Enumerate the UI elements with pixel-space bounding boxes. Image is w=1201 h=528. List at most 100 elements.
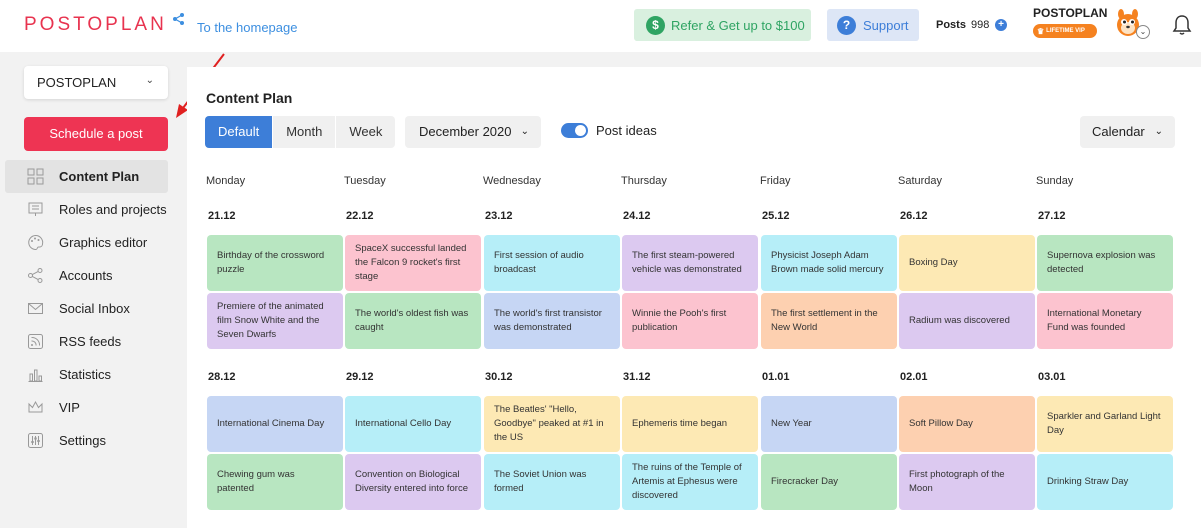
post-idea-card[interactable]: Soft Pillow Day — [899, 396, 1035, 452]
calendar-select[interactable]: Calendar ⌄ — [1080, 116, 1175, 148]
date-label: 21.12 — [208, 210, 236, 222]
month-select[interactable]: December 2020 ⌄ — [405, 116, 541, 148]
sidebar-nav: Content Plan Roles and projects Graphics… — [5, 160, 168, 457]
sidebar-item-label: RSS feeds — [59, 334, 122, 349]
support-button[interactable]: ? Support — [827, 9, 919, 41]
sidebar-item-accounts[interactable]: Accounts — [5, 259, 168, 292]
support-label: Support — [863, 17, 909, 33]
crown-icon: ♛ — [1037, 26, 1045, 36]
post-idea-card[interactable]: The world's first transistor was demonst… — [484, 293, 620, 349]
content-plan-panel: Content Plan Default Month Week December… — [187, 67, 1201, 528]
sidebar-item-label: VIP — [59, 400, 80, 415]
post-idea-card[interactable]: Physicist Joseph Adam Brown made solid m… — [761, 235, 897, 291]
post-idea-card[interactable]: International Monetary Fund was founded — [1037, 293, 1173, 349]
day-header-wednesday: Wednesday — [483, 175, 541, 187]
date-label: 01.01 — [762, 371, 790, 383]
post-idea-card[interactable]: Premiere of the animated film Snow White… — [207, 293, 343, 349]
post-idea-card[interactable]: The ruins of the Temple of Artemis at Ep… — [622, 454, 758, 510]
post-idea-card[interactable]: Supernova explosion was detected — [1037, 235, 1173, 291]
sidebar-item-vip[interactable]: VIP — [5, 391, 168, 424]
chevron-down-icon[interactable]: ⌄ — [1136, 25, 1150, 39]
day-header-saturday: Saturday — [898, 175, 943, 187]
view-default-tab[interactable]: Default — [205, 116, 274, 148]
bell-icon[interactable] — [1172, 14, 1192, 36]
post-idea-card[interactable]: Convention on Biological Diversity enter… — [345, 454, 481, 510]
palette-icon — [28, 234, 44, 251]
date-label: 25.12 — [762, 210, 790, 222]
post-idea-card[interactable]: The Soviet Union was formed — [484, 454, 620, 510]
schedule-post-button[interactable]: Schedule a post — [24, 117, 168, 151]
post-idea-card[interactable]: SpaceX successful landed the Falcon 9 ro… — [345, 235, 481, 291]
month-label: December 2020 — [419, 124, 512, 139]
view-month-tab[interactable]: Month — [273, 116, 337, 148]
post-idea-card[interactable]: Drinking Straw Day — [1037, 454, 1173, 510]
date-label: 26.12 — [900, 210, 928, 222]
sidebar-item-roles[interactable]: Roles and projects — [5, 193, 168, 226]
post-idea-card[interactable]: The first settlement in the New World — [761, 293, 897, 349]
post-ideas-toggle[interactable] — [561, 123, 588, 138]
sidebar-item-social-inbox[interactable]: Social Inbox — [5, 292, 168, 325]
homepage-link[interactable]: To the homepage — [197, 20, 297, 35]
post-idea-card[interactable]: Chewing gum was patented — [207, 454, 343, 510]
post-idea-card[interactable]: Sparkler and Garland Light Day — [1037, 396, 1173, 452]
sidebar-item-label: Social Inbox — [59, 301, 130, 316]
post-idea-card[interactable]: First session of audio broadcast — [484, 235, 620, 291]
date-label: 31.12 — [623, 371, 651, 383]
date-label: 27.12 — [1038, 210, 1066, 222]
refer-button[interactable]: $ Refer & Get up to $100 — [634, 9, 811, 41]
date-label: 02.01 — [900, 371, 928, 383]
question-icon: ? — [837, 15, 856, 35]
sidebar-item-settings[interactable]: Settings — [5, 424, 168, 457]
post-idea-card[interactable]: Ephemeris time began — [622, 396, 758, 452]
sidebar-item-label: Accounts — [59, 268, 113, 283]
day-header-sunday: Sunday — [1036, 175, 1074, 187]
post-idea-card[interactable]: Winnie the Pooh's first publication — [622, 293, 758, 349]
vip-badge: ♛ LIFETIME VIP — [1033, 24, 1097, 38]
sidebar-item-statistics[interactable]: Statistics — [5, 358, 168, 391]
workspace-name: POSTOPLAN — [37, 75, 117, 90]
post-idea-card[interactable]: International Cello Day — [345, 396, 481, 452]
post-idea-card[interactable]: Firecracker Day — [761, 454, 897, 510]
post-idea-card[interactable]: Birthday of the crossword puzzle — [207, 235, 343, 291]
share-icon — [173, 13, 184, 25]
day-header-friday: Friday — [760, 175, 791, 187]
add-posts-icon[interactable]: + — [995, 19, 1007, 31]
roles-icon — [28, 202, 43, 216]
post-idea-card[interactable]: New Year — [761, 396, 897, 452]
day-header-monday: Monday — [206, 175, 246, 187]
vip-badge-label: LIFETIME VIP — [1046, 28, 1085, 34]
post-idea-card[interactable]: The first steam-powered vehicle was demo… — [622, 235, 758, 291]
sidebar-item-label: Graphics editor — [59, 235, 148, 250]
sidebar-item-rss-feeds[interactable]: RSS feeds — [5, 325, 168, 358]
post-idea-card[interactable]: Boxing Day — [899, 235, 1035, 291]
refer-label: Refer & Get up to $100 — [671, 17, 805, 33]
share-icon — [28, 268, 43, 283]
chevron-down-icon: ⌄ — [520, 126, 529, 137]
post-idea-card[interactable]: International Cinema Day — [207, 396, 343, 452]
post-idea-card[interactable]: The world's oldest fish was caught — [345, 293, 481, 349]
sidebar-item-label: Settings — [59, 433, 106, 448]
chart-icon — [28, 369, 43, 382]
sliders-icon — [28, 433, 43, 448]
chevron-down-icon: ⌄ — [1154, 126, 1163, 137]
date-label: 29.12 — [346, 371, 374, 383]
page-title: Content Plan — [206, 90, 293, 106]
post-idea-card[interactable]: The Beatles' "Hello, Goodbye" peaked at … — [484, 396, 620, 452]
view-switcher: Default Month Week — [205, 116, 396, 148]
account-name: POSTOPLAN — [1033, 6, 1108, 20]
posts-count: 998 — [971, 19, 990, 31]
post-idea-card[interactable]: First photograph of the Moon — [899, 454, 1035, 510]
day-header-thursday: Thursday — [621, 175, 667, 187]
rss-icon — [28, 334, 43, 349]
date-label: 22.12 — [346, 210, 374, 222]
content-plan-icon — [27, 168, 44, 185]
chevron-down-icon: ⌄ — [145, 75, 154, 86]
sidebar-item-content-plan[interactable]: Content Plan — [5, 160, 168, 193]
dollar-icon: $ — [646, 15, 665, 35]
postoplan-logo[interactable]: POSTOPLAN — [24, 14, 167, 36]
workspace-select[interactable]: POSTOPLAN ⌄ — [24, 66, 168, 99]
posts-label: Posts — [936, 19, 966, 31]
sidebar-item-graphics-editor[interactable]: Graphics editor — [5, 226, 168, 259]
post-idea-card[interactable]: Radium was discovered — [899, 293, 1035, 349]
view-week-tab[interactable]: Week — [336, 116, 395, 148]
